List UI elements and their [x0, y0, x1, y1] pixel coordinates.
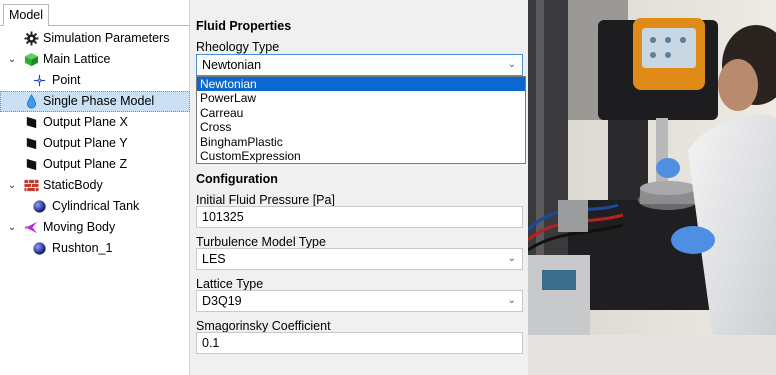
gear-icon	[24, 31, 39, 46]
tree-item-simulation-parameters[interactable]: Simulation Parameters	[0, 28, 190, 49]
rheology-type-value: Newtonian	[202, 58, 262, 72]
tree-item-label: Simulation Parameters	[43, 31, 170, 45]
fluid-properties-header: Fluid Properties	[196, 19, 292, 33]
plane-icon	[26, 137, 37, 150]
sphere-icon	[33, 200, 46, 213]
tree-item-label: Main Lattice	[43, 52, 111, 66]
chevron-down-icon[interactable]: ⌄	[508, 249, 516, 269]
tree-item-output-plane-y[interactable]: Output Plane Y	[0, 133, 190, 154]
tree-item-staticbody[interactable]: ⌄ StaticBody	[0, 175, 190, 196]
tree-item-label: StaticBody	[43, 178, 103, 192]
rheology-type-select[interactable]: Newtonian ⌄	[196, 54, 523, 76]
rheology-type-label: Rheology Type	[196, 40, 280, 54]
tab-model[interactable]: Model	[3, 4, 49, 26]
model-tree-panel: Model Simulation Parameters ⌄ Main Latti…	[0, 0, 190, 375]
tree-item-label: Single Phase Model	[43, 94, 155, 108]
moving-body-icon	[24, 221, 38, 234]
chevron-down-icon[interactable]: ⌄	[508, 291, 516, 311]
tree-item-moving-body[interactable]: ⌄ Moving Body	[0, 217, 190, 238]
smagorinsky-coefficient-input[interactable]: 0.1	[196, 332, 523, 354]
lattice-type-label: Lattice Type	[196, 277, 264, 291]
chevron-down-icon[interactable]: ⌄	[6, 49, 18, 70]
tree-item-single-phase-model[interactable]: Single Phase Model	[0, 91, 190, 112]
plane-icon	[26, 158, 37, 171]
tree-item-point[interactable]: Point	[0, 70, 190, 91]
rheology-option-cross[interactable]: Cross	[197, 120, 525, 134]
initial-fluid-pressure-value: 101325	[202, 210, 244, 224]
tree-item-label: Cylindrical Tank	[52, 199, 140, 213]
lattice-type-select[interactable]: D3Q19 ⌄	[196, 290, 523, 312]
chevron-down-icon[interactable]: ⌄	[6, 175, 18, 196]
rheology-option-binghamplastic[interactable]: BinghamPlastic	[197, 135, 525, 149]
droplet-icon	[26, 94, 37, 109]
smagorinsky-coefficient-value: 0.1	[202, 336, 220, 350]
tree-item-main-lattice[interactable]: ⌄ Main Lattice	[0, 49, 190, 70]
tree-item-label: Moving Body	[43, 220, 116, 234]
tree-item-output-plane-z[interactable]: Output Plane Z	[0, 154, 190, 175]
initial-fluid-pressure-label: Initial Fluid Pressure [Pa]	[196, 193, 335, 207]
turbulence-model-type-select[interactable]: LES ⌄	[196, 248, 523, 270]
properties-panel: Fluid Properties Rheology Type Newtonian…	[190, 0, 528, 375]
rheology-type-dropdown-list: Newtonian PowerLaw Carreau Cross Bingham…	[196, 76, 526, 164]
lattice-type-value: D3Q19	[202, 294, 242, 308]
tree-item-label: Output Plane Z	[43, 157, 128, 171]
green-cube-icon	[24, 52, 39, 67]
turbulence-model-type-label: Turbulence Model Type	[196, 235, 326, 249]
brick-wall-icon	[24, 179, 39, 192]
tree-item-label: Output Plane Y	[43, 136, 128, 150]
rheology-option-carreau[interactable]: Carreau	[197, 106, 525, 120]
rheology-option-newtonian[interactable]: Newtonian	[197, 77, 525, 92]
tree-item-rushton-1[interactable]: Rushton_1	[0, 238, 190, 259]
turbulence-model-type-value: LES	[202, 252, 226, 266]
plane-icon	[26, 116, 37, 129]
tree-item-label: Rushton_1	[52, 241, 113, 255]
smagorinsky-coefficient-label: Smagorinsky Coefficient	[196, 319, 331, 333]
tree-item-cylindrical-tank[interactable]: Cylindrical Tank	[0, 196, 190, 217]
chevron-down-icon[interactable]: ⌄	[508, 55, 516, 75]
tree-item-output-plane-x[interactable]: Output Plane X	[0, 112, 190, 133]
rheology-option-powerlaw[interactable]: PowerLaw	[197, 91, 525, 105]
rheometer-lab-illustration	[528, 0, 776, 375]
chevron-down-icon[interactable]: ⌄	[6, 217, 18, 238]
tree-item-label: Output Plane X	[43, 115, 128, 129]
lab-photo	[528, 0, 776, 375]
tree-item-label: Point	[52, 73, 81, 87]
rheology-option-customexpression[interactable]: CustomExpression	[197, 149, 525, 163]
sphere-icon	[33, 242, 46, 255]
configuration-header: Configuration	[196, 172, 278, 186]
initial-fluid-pressure-input[interactable]: 101325	[196, 206, 523, 228]
point-icon	[33, 74, 46, 87]
